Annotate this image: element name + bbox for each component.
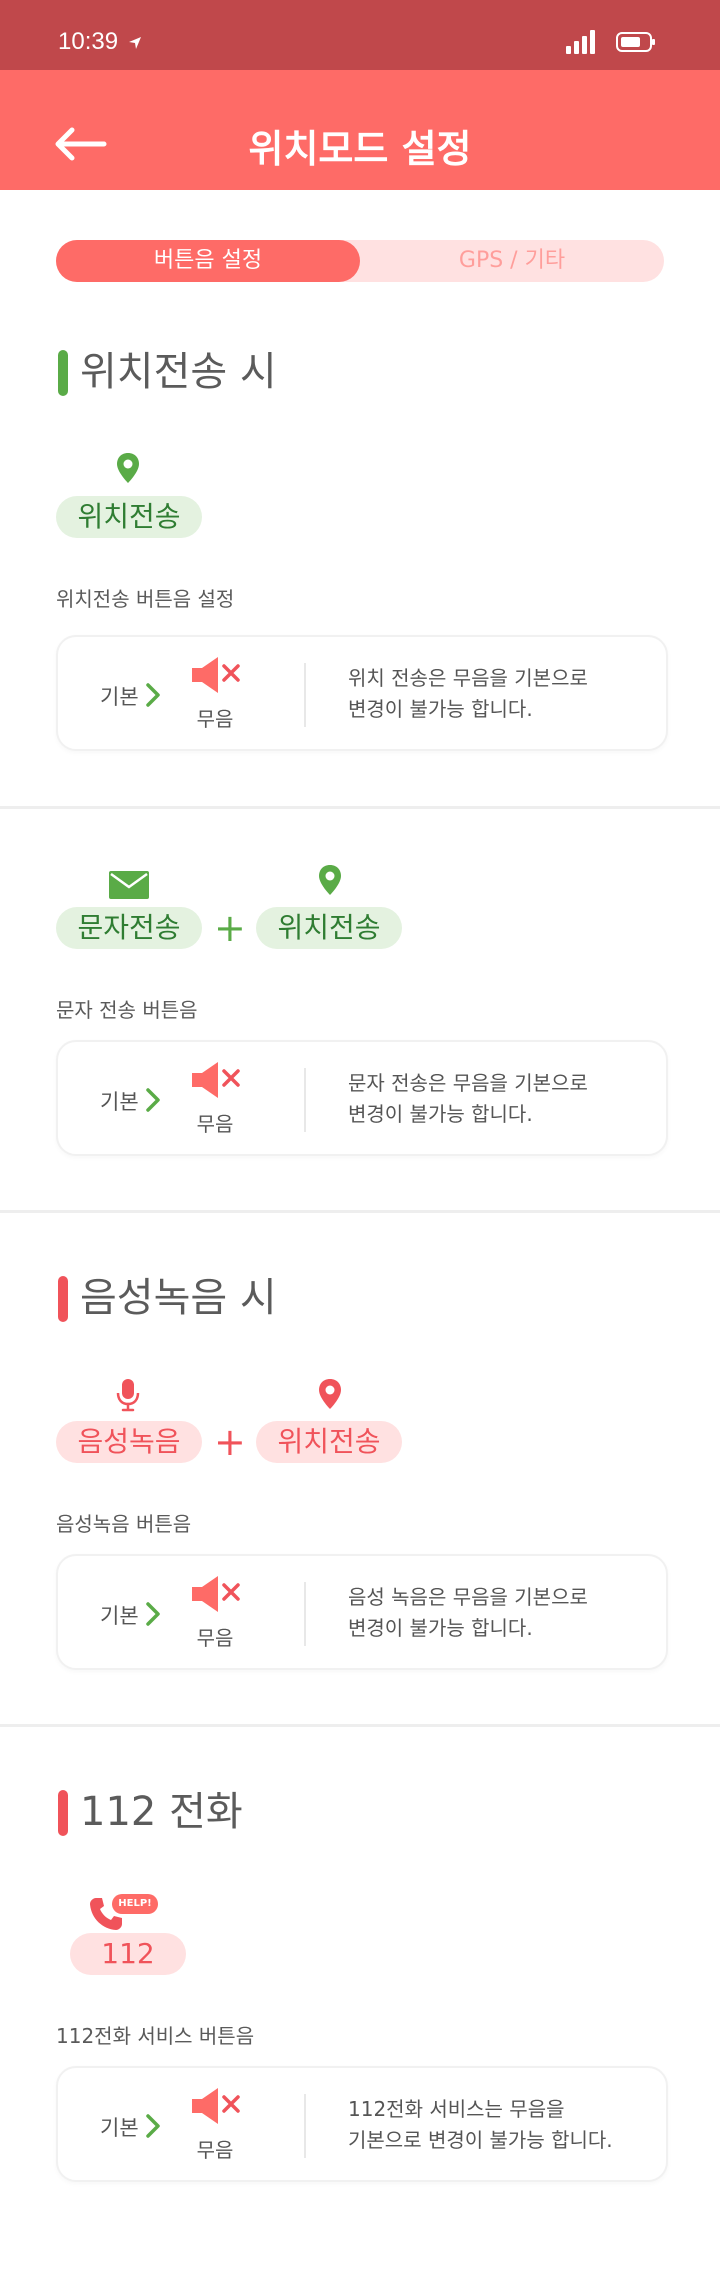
- section-bar: [58, 1790, 68, 1836]
- desc-line: 변경이 불가능 합니다.: [348, 1102, 533, 1126]
- section-bar: [58, 350, 68, 396]
- plus-sign: +: [214, 906, 246, 950]
- location-pin-icon: [117, 453, 139, 483]
- chevron-right-icon[interactable]: [146, 683, 160, 707]
- tab-button-sound[interactable]: 버튼음 설정: [56, 240, 360, 282]
- desc-line: 위치 전송은 무음을 기본으로: [348, 666, 588, 690]
- signal-icon: [566, 30, 595, 54]
- card-description: 음성 녹음은 무음을 기본으로 변경이 불가능 합니다.: [348, 1582, 588, 1644]
- card-divider: [304, 1582, 306, 1646]
- section-divider: [0, 1210, 720, 1213]
- card-divider: [304, 1068, 306, 1132]
- desc-line: 문자 전송은 무음을 기본으로: [348, 1071, 588, 1095]
- default-label: 기본: [100, 2116, 139, 2140]
- sound-setting-card: 기본 무음 위치 전송은 무음을 기본으로 변경이 불가능 합니다.: [56, 635, 668, 751]
- card-description: 112전화 서비스는 무음을 기본으로 변경이 불가능 합니다.: [348, 2094, 613, 2156]
- status-bar: 10:39: [0, 0, 720, 70]
- section-title-text: 112 전화: [80, 1789, 243, 1835]
- mute-label: 무음: [196, 1626, 234, 1650]
- sub-label: 음성녹음 버튼음: [56, 1512, 192, 1536]
- section-title-text: 위치전송 시: [80, 349, 277, 395]
- chevron-right-icon[interactable]: [146, 1602, 160, 1626]
- sound-setting-card: 기본 무음 음성 녹음은 무음을 기본으로 변경이 불가능 합니다.: [56, 1554, 668, 1670]
- default-label: 기본: [100, 1090, 139, 1114]
- section-divider: [0, 806, 720, 809]
- desc-line: 기본으로 변경이 불가능 합니다.: [348, 2128, 613, 2152]
- desc-line: 변경이 불가능 합니다.: [348, 1616, 533, 1640]
- desc-line: 음성 녹음은 무음을 기본으로: [348, 1585, 588, 1609]
- default-label: 기본: [100, 1604, 139, 1628]
- chevron-right-icon[interactable]: [146, 2114, 160, 2138]
- section-divider: [0, 1724, 720, 1727]
- sub-label: 위치전송 버튼음 설정: [56, 587, 235, 611]
- sub-label: 문자 전송 버튼음: [56, 998, 198, 1022]
- sound-setting-card: 기본 무음 112전화 서비스는 무음을 기본으로 변경이 불가능 합니다.: [56, 2066, 668, 2182]
- sub-label: 112전화 서비스 버튼음: [56, 2024, 255, 2048]
- pill-text-send: 문자전송: [56, 907, 202, 949]
- card-description: 문자 전송은 무음을 기본으로 변경이 불가능 합니다.: [348, 1068, 588, 1130]
- plus-sign: +: [214, 1420, 246, 1464]
- default-label: 기본: [100, 685, 139, 709]
- mute-label: 무음: [196, 707, 234, 731]
- chevron-right-icon[interactable]: [146, 1088, 160, 1112]
- status-time: 10:39: [58, 28, 119, 55]
- sound-setting-card: 기본 무음 문자 전송은 무음을 기본으로 변경이 불가능 합니다.: [56, 1040, 668, 1156]
- battery-icon: [616, 32, 655, 52]
- mute-speaker-icon: [192, 1062, 240, 1098]
- microphone-icon: [116, 1379, 140, 1412]
- mute-speaker-icon: [192, 1576, 240, 1612]
- mute-label: 무음: [196, 1112, 234, 1136]
- location-pin-icon: [319, 1379, 341, 1409]
- location-pin-icon: [319, 865, 341, 895]
- mute-speaker-icon: [192, 657, 240, 693]
- pill-location-send: 위치전송: [256, 907, 402, 949]
- page-title: 위치모드 설정: [248, 127, 472, 171]
- help-badge: HELP!: [112, 1894, 158, 1914]
- desc-line: 변경이 불가능 합니다.: [348, 697, 533, 721]
- pill-location-send: 위치전송: [56, 496, 202, 538]
- envelope-icon: [109, 871, 149, 899]
- section-title-text: 음성녹음 시: [80, 1275, 277, 1321]
- mute-label: 무음: [196, 2138, 234, 2162]
- pill-location-send: 위치전송: [256, 1421, 402, 1463]
- card-divider: [304, 2094, 306, 2158]
- section-bar: [58, 1276, 68, 1322]
- card-description: 위치 전송은 무음을 기본으로 변경이 불가능 합니다.: [348, 663, 588, 725]
- desc-line: 112전화 서비스는 무음을: [348, 2097, 565, 2121]
- mode-tabs: 버튼음 설정 GPS / 기타: [56, 240, 664, 282]
- pill-voice-record: 음성녹음: [56, 1421, 202, 1463]
- card-divider: [304, 663, 306, 727]
- tab-gps-etc[interactable]: GPS / 기타: [360, 240, 664, 282]
- location-arrow-icon: [129, 37, 141, 49]
- pill-112: 112: [70, 1933, 186, 1975]
- mute-speaker-icon: [192, 2088, 240, 2124]
